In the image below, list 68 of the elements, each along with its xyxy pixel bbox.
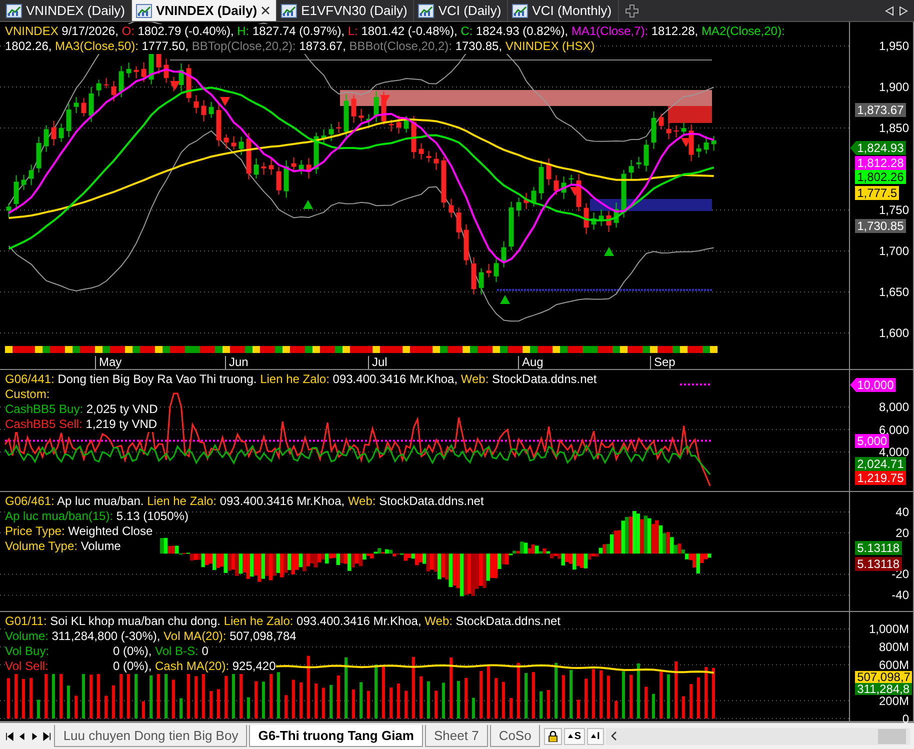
axis-label: May [95,356,122,369]
axis-label: 1,000M [868,623,909,635]
value-tag: 1,824.93 [850,141,906,155]
axis-label: -40 [892,589,909,602]
axis-label: 1,650 [878,286,909,298]
toolbar-button[interactable]: S [564,728,586,744]
axis-label: 0 [902,712,909,724]
chart-icon [512,4,528,18]
sell-signal-icon [380,95,390,104]
buy-signal-icon [303,200,313,209]
scroll-thumb[interactable] [878,728,906,744]
buy-signal-icon [604,247,614,256]
axis-label: 600M [878,658,909,671]
sheet-tab[interactable]: Luu chuyen Dong tien Big Boy [54,725,248,747]
horizontal-scrollbar[interactable] [606,728,910,744]
value-tag: 1,219.75 [855,471,906,485]
chart-icon [281,4,298,18]
lock-button[interactable] [544,728,562,744]
value-tag: 5.13118 [855,557,902,571]
value-tag: 1,802.26 [855,170,906,184]
value-tag: 1,873.67 [855,103,906,117]
caret-icon [568,734,574,738]
axis-label: 20 [896,526,909,539]
sell-signal-icon [220,97,230,106]
value-tag: 507,098,7 [855,671,912,683]
value-tag: 2,024.71 [855,457,906,471]
sell-signal-icon [170,81,180,90]
axis-label: Sep [650,356,676,369]
axis-label: Jul [368,356,388,369]
axis-label: 1,950 [878,40,909,52]
scroll-right-icon[interactable] [899,6,908,16]
axis-label: 1,750 [878,204,909,216]
sheet-tab[interactable]: CoSo [490,725,540,747]
axis-label: 1,600 [878,327,909,339]
chart-icon [418,4,434,18]
value-tag: 1,777.5 [855,186,900,200]
close-icon[interactable] [261,6,270,15]
sheet-tab[interactable]: G6-Thi truong Tang Giam [249,725,423,747]
axis-label: 6,000 [878,424,909,436]
sell-signal-icon [681,138,691,147]
axis-label: 4,000 [878,446,909,458]
axis-label: 8,000 [878,401,909,413]
chart-icon [6,4,22,18]
buy-signal-icon [500,295,510,304]
axis-label: Jun [225,356,248,369]
threshold-line [680,384,712,386]
add-tab-icon[interactable] [624,4,639,18]
axis-label: 40 [896,506,909,518]
lock-icon [548,730,558,742]
chart-icon [136,4,152,18]
axis-label: 1,700 [878,245,909,257]
chart-tab[interactable]: VNINDEX (Daily) [132,0,278,21]
value-tag: 1,730.85 [855,219,906,233]
toolbar-button[interactable]: I [587,728,604,744]
axis-label: 200M [878,694,909,707]
axis-label: 1,850 [878,122,909,134]
value-tag: 5.13118 [855,541,902,555]
value-tag: 10,000 [850,378,896,392]
axis-label: 800M [878,640,909,653]
caret-icon [591,734,596,738]
axis-label: Aug [518,356,544,369]
axis-label: 1,900 [878,81,909,93]
sell-signal-icon [570,187,580,196]
value-tag: 5,000 [855,434,890,448]
sheet-tab[interactable]: Sheet 7 [424,725,488,747]
value-tag: 1,812.28 [855,156,906,170]
scroll-left-icon[interactable] [610,731,618,741]
value-tag: 311,284,8 [855,682,912,694]
